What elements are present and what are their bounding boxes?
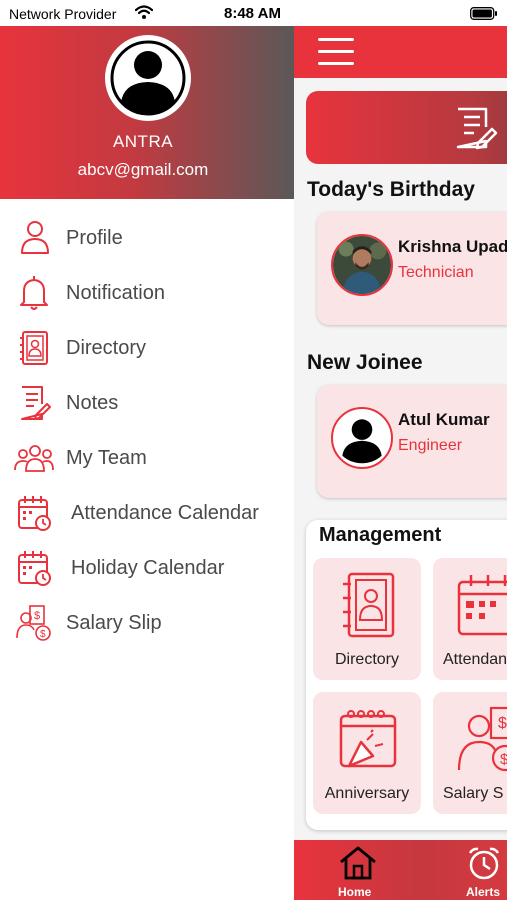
- birthday-card[interactable]: Krishna Upad Technician: [317, 212, 507, 325]
- menu-item-my-team[interactable]: My Team: [0, 435, 294, 481]
- menu-item-notification[interactable]: Notification: [0, 270, 294, 316]
- svg-text:$: $: [500, 751, 507, 768]
- calendar-clock-icon: [18, 551, 51, 586]
- main-content: M Today's Birthday Krishna Upad Technici…: [294, 26, 507, 900]
- joinee-person-role: Engineer: [398, 437, 463, 454]
- svg-text:$: $: [40, 629, 46, 640]
- tile-anniversary[interactable]: Anniversary: [313, 692, 421, 814]
- joinee-person-photo: [331, 407, 393, 469]
- wifi-icon: [135, 5, 153, 19]
- home-icon: [340, 846, 376, 880]
- tile-label: Anniversary: [324, 785, 410, 802]
- clock-label: 8:48 AM: [224, 5, 281, 22]
- top-app-bar: [294, 26, 507, 78]
- contact-book-icon: [20, 331, 48, 365]
- menu-label: Attendance Calendar: [71, 502, 259, 524]
- calendar-icon: [457, 575, 507, 636]
- menu-label: My Team: [66, 447, 147, 469]
- joinee-card[interactable]: Atul Kumar Engineer: [317, 385, 507, 498]
- tile-salary-slip[interactable]: $ $ Salary S: [433, 692, 507, 814]
- default-avatar-icon: [335, 411, 389, 465]
- bottom-navigation: Home Alerts: [294, 840, 507, 900]
- nav-label: Home: [338, 885, 372, 899]
- notes-banner[interactable]: M: [306, 91, 507, 164]
- salary-slip-icon: $ $: [16, 605, 51, 641]
- menu-label: Notes: [66, 392, 119, 414]
- notes-icon: [456, 107, 498, 150]
- drawer-header: ANTRA abcv@gmail.com: [0, 26, 294, 199]
- tile-attendance[interactable]: Attendanc: [433, 558, 507, 680]
- tile-label: Attendanc: [443, 651, 507, 668]
- tile-label: Salary S: [443, 785, 504, 802]
- person-photo-icon: [333, 236, 391, 294]
- menu-item-salary-slip[interactable]: $ $ Salary Slip: [0, 600, 294, 646]
- team-icon: [14, 445, 54, 472]
- person-icon: [21, 221, 49, 254]
- birthday-person-role: Technician: [398, 264, 474, 281]
- menu-item-attendance-calendar[interactable]: Attendance Calendar: [0, 490, 294, 536]
- nav-label: Alerts: [466, 885, 501, 899]
- status-bar: Network Provider 8:48 AM: [0, 0, 507, 26]
- menu-label: Directory: [66, 337, 147, 359]
- salary-slip-icon: $ $: [457, 706, 507, 772]
- menu-item-directory[interactable]: Directory: [0, 325, 294, 371]
- nav-alerts[interactable]: Alerts: [466, 840, 507, 900]
- svg-text:$: $: [498, 715, 507, 732]
- birthday-section-title: Today's Birthday: [307, 178, 475, 201]
- celebration-calendar-icon: [339, 710, 397, 768]
- calendar-clock-icon: [18, 496, 51, 531]
- birthday-person-name: Krishna Upad: [398, 237, 507, 256]
- management-panel: Management Directory Attendan Anniversar…: [306, 520, 507, 830]
- menu-item-holiday-calendar[interactable]: Holiday Calendar: [0, 545, 294, 591]
- menu-label: Profile: [66, 227, 123, 249]
- default-avatar-icon: [110, 40, 186, 116]
- user-avatar[interactable]: [105, 35, 191, 121]
- bell-icon: [20, 276, 48, 310]
- alarm-clock-icon: [468, 847, 500, 880]
- menu-item-profile[interactable]: Profile: [0, 215, 294, 261]
- user-name: ANTRA: [112, 132, 174, 151]
- nav-home[interactable]: Home: [338, 840, 398, 900]
- svg-text:$: $: [34, 610, 40, 622]
- navigation-drawer: ANTRA abcv@gmail.com Profile Notificatio…: [0, 26, 294, 900]
- menu-label: Salary Slip: [66, 612, 162, 634]
- tile-directory[interactable]: Directory: [313, 558, 421, 680]
- carrier-label: Network Provider: [9, 6, 117, 22]
- menu-item-notes[interactable]: Notes: [0, 380, 294, 426]
- management-title: Management: [319, 524, 442, 546]
- contact-book-icon: [343, 572, 395, 638]
- menu-label: Notification: [66, 282, 165, 304]
- joinee-person-name: Atul Kumar: [398, 410, 490, 429]
- birthday-person-photo: [331, 234, 393, 296]
- user-email: abcv@gmail.com: [77, 160, 209, 179]
- joinee-section-title: New Joinee: [307, 351, 423, 374]
- battery-icon: [470, 7, 497, 20]
- menu-label: Holiday Calendar: [71, 557, 225, 579]
- notes-icon: [21, 386, 51, 420]
- tile-label: Directory: [334, 651, 399, 668]
- hamburger-menu-icon[interactable]: [318, 36, 356, 68]
